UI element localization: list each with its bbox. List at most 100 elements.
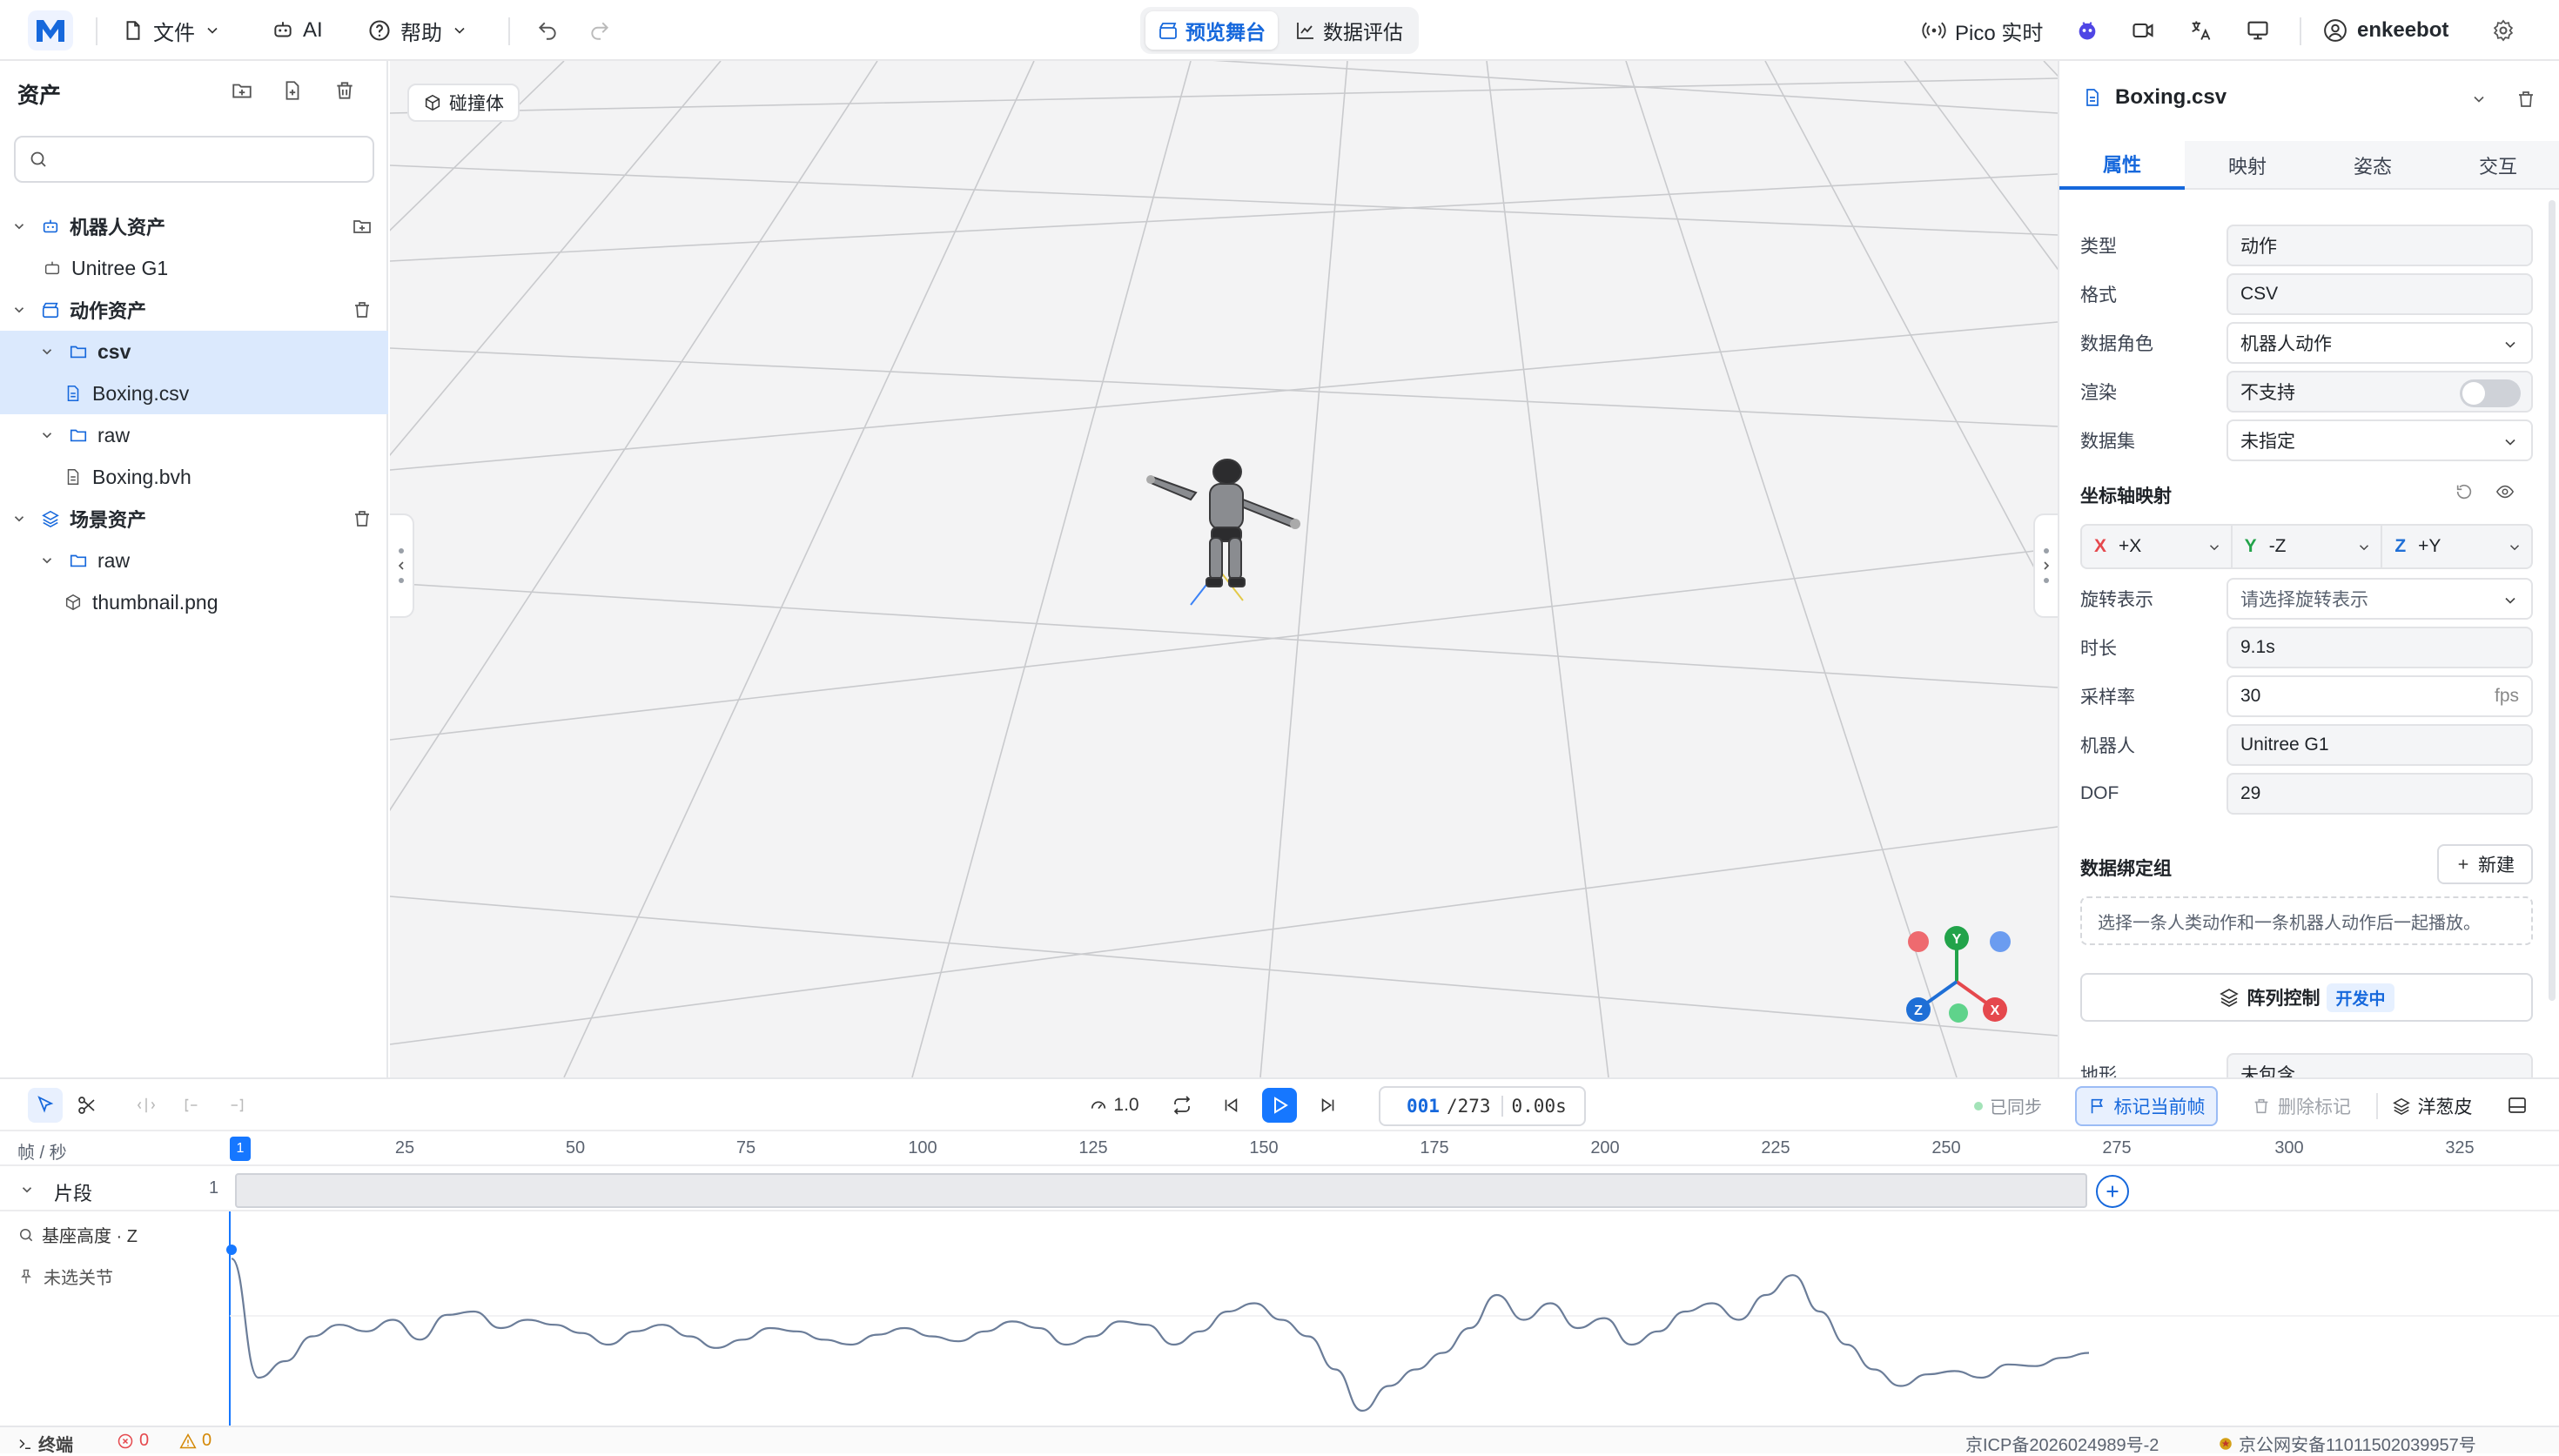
chevron-down-icon[interactable] (10, 218, 28, 235)
reset-icon[interactable] (2455, 482, 2474, 501)
tree-item-boxing-bvh[interactable]: Boxing.bvh (0, 456, 388, 498)
tab-data-eval[interactable]: 数据评估 (1283, 11, 1415, 50)
playhead-handle[interactable]: 1 (230, 1137, 251, 1161)
rotation-select[interactable]: 请选择旋转表示 (2227, 578, 2533, 620)
duration-value: 9.1s (2240, 637, 2275, 657)
axis-gizmo[interactable]: Y X Z (1896, 923, 2018, 1027)
trash-icon[interactable] (2515, 89, 2536, 110)
next-frame-button[interactable] (1311, 1088, 1346, 1123)
tab-preview-stage[interactable]: 预览舞台 (1145, 11, 1278, 50)
asset-search[interactable] (14, 136, 374, 183)
redo-icon (591, 22, 609, 40)
tab-mapping[interactable]: 映射 (2185, 141, 2310, 190)
tab-properties[interactable]: 属性 (2059, 141, 2185, 190)
cut-tool[interactable] (70, 1088, 104, 1123)
delete-button[interactable] (331, 77, 359, 104)
tree-item-unitree[interactable]: Unitree G1 (0, 247, 388, 289)
trash-icon[interactable] (352, 508, 373, 529)
tab-pose[interactable]: 姿态 (2310, 141, 2435, 190)
display-button[interactable] (2246, 12, 2270, 49)
chevron-down-icon[interactable] (10, 301, 28, 319)
search-input[interactable] (59, 144, 364, 174)
motion-clip[interactable] (235, 1173, 2087, 1208)
3d-viewport[interactable]: 碰撞体 Y X Z (390, 61, 2058, 1077)
new-binding-button[interactable]: 新建 (2437, 844, 2533, 884)
tree-folder-scene-raw[interactable]: raw (0, 540, 388, 581)
chevron-down-icon[interactable] (19, 1182, 35, 1198)
chevron-down-icon[interactable] (2470, 91, 2488, 108)
police-link[interactable]: 京公网安备11011502039957号 (2218, 1431, 2476, 1456)
app-logo[interactable] (28, 10, 73, 50)
tree-folder-csv[interactable]: csv (0, 331, 388, 372)
pico-live-button[interactable]: Pico 实时 (1922, 12, 2043, 49)
curve-graph[interactable]: 基座高度 · Z 未选关节 (0, 1211, 2559, 1427)
record-button[interactable] (2131, 12, 2155, 49)
tree-folder-raw[interactable]: raw (0, 414, 388, 456)
play-button[interactable] (1262, 1088, 1297, 1123)
delete-mark-button[interactable]: 删除标记 (2232, 1086, 2371, 1126)
language-button[interactable] (2188, 12, 2213, 49)
dataset-value: 未指定 (2240, 432, 2295, 452)
tree-folder-label: raw (97, 548, 131, 572)
terminal-button[interactable]: 终端 (17, 1431, 73, 1456)
axis-y-label: Y (2244, 536, 2257, 556)
array-control-button[interactable]: 阵列控制 开发中 (2080, 973, 2533, 1022)
axis-y-select[interactable]: Y -Z (2233, 526, 2383, 567)
dataset-select[interactable]: 未指定 (2227, 419, 2533, 461)
select-tool[interactable] (28, 1088, 63, 1123)
frame-total: /273 (1446, 1096, 1491, 1117)
tab-interaction[interactable]: 交互 (2435, 141, 2559, 190)
trash-icon[interactable] (352, 299, 373, 320)
gizmo-x-label: X (1991, 1003, 2000, 1018)
add-clip-button[interactable] (2096, 1175, 2129, 1208)
trim-end-tool[interactable] (219, 1088, 254, 1123)
mark-frame-button[interactable]: 标记当前帧 (2075, 1086, 2218, 1126)
frame-counter[interactable]: 001 /273 0.00s (1379, 1086, 1586, 1126)
warning-count[interactable]: 0 (179, 1431, 212, 1451)
icp-link[interactable]: 京ICP备2026024989号-2 (1965, 1431, 2159, 1456)
tree-group-motion[interactable]: 动作资产 (0, 289, 388, 331)
file-menu[interactable]: 文件 (122, 12, 221, 49)
loop-button[interactable] (1165, 1088, 1199, 1123)
chevron-down-icon[interactable] (10, 510, 28, 527)
new-file-button[interactable] (279, 77, 306, 104)
eye-icon[interactable] (2495, 482, 2515, 501)
tree-item-thumbnail[interactable]: thumbnail.png (0, 581, 388, 623)
assistant-button[interactable] (2075, 12, 2099, 49)
panel-toggle-button[interactable] (2500, 1088, 2535, 1123)
collapse-left-handle[interactable] (390, 513, 414, 618)
axis-x-select[interactable]: X +X (2082, 526, 2233, 567)
split-tool[interactable] (129, 1088, 164, 1123)
undo-button[interactable] (536, 12, 559, 49)
onion-skin-label: 洋葱皮 (2417, 1097, 2473, 1117)
error-count[interactable]: 0 (117, 1431, 149, 1451)
collider-toggle[interactable]: 碰撞体 (407, 84, 520, 122)
binding-hint: 选择一条人类动作和一条机器人动作后一起播放。 (2080, 896, 2533, 945)
role-select[interactable]: 机器人动作 (2227, 322, 2533, 364)
chevron-down-icon[interactable] (38, 552, 56, 569)
render-toggle[interactable] (2460, 379, 2521, 407)
onion-skin-button[interactable]: 洋葱皮 (2383, 1086, 2481, 1126)
tree-group-scene[interactable]: 场景资产 (0, 498, 388, 540)
help-menu[interactable]: 帮助 (367, 12, 468, 49)
file-plus-icon (285, 81, 299, 100)
ai-menu[interactable]: AI (272, 12, 323, 49)
collapse-right-handle[interactable] (2033, 513, 2058, 618)
chevron-down-icon[interactable] (38, 343, 56, 360)
scrollbar[interactable] (2549, 200, 2556, 1001)
prev-frame-button[interactable] (1213, 1088, 1248, 1123)
settings-button[interactable] (2491, 12, 2515, 49)
axis-z-select[interactable]: Z +Y (2382, 526, 2531, 567)
user-menu[interactable]: enkeebot (2322, 12, 2448, 49)
chevron-down-icon[interactable] (38, 426, 56, 444)
redo-button[interactable] (588, 12, 611, 49)
new-folder-button[interactable] (228, 77, 256, 104)
speed-control[interactable]: 1.0 (1079, 1088, 1149, 1123)
render-field: 不支持 (2227, 371, 2533, 413)
rate-input[interactable]: 30 fps (2227, 675, 2533, 717)
tree-item-boxing-csv[interactable]: Boxing.csv (0, 372, 388, 414)
tree-group-robot[interactable]: 机器人资产 (0, 205, 388, 247)
folder-add-icon[interactable] (352, 216, 373, 237)
frame-ruler[interactable]: 帧 / 秒 1 25 50 75 100 125 150 175 200 225… (0, 1131, 2559, 1166)
trim-start-tool[interactable] (174, 1088, 209, 1123)
